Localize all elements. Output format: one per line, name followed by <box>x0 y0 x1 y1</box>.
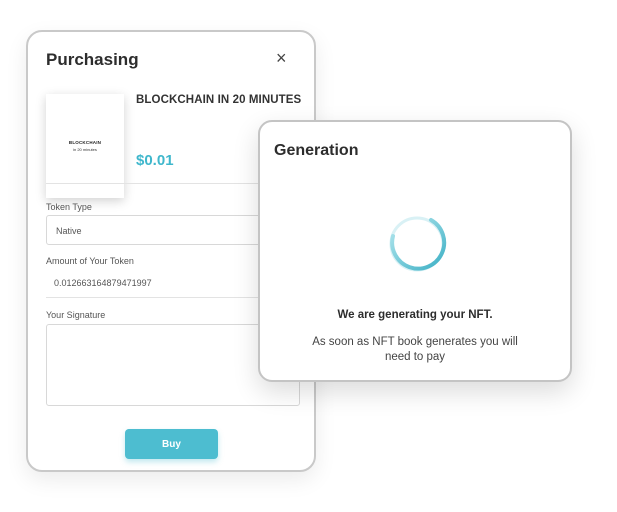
generation-modal: Generation We are generating your NFT. A… <box>258 120 572 382</box>
modal-title: Generation <box>274 142 359 159</box>
product-name: BLOCKCHAIN IN 20 MINUTES <box>136 94 302 106</box>
generation-subtext: As soon as NFT book generates you will n… <box>312 336 518 363</box>
generation-heading: We are generating your NFT. <box>337 309 493 321</box>
book-cover-subtitle: in 20 minutes <box>73 147 97 152</box>
token-type-label: Token Type <box>46 202 92 212</box>
amount-label: Amount of Your Token <box>46 256 134 266</box>
signature-label: Your Signature <box>46 310 106 320</box>
amount-value: 0.012663164879471997 <box>54 278 152 288</box>
stage: Purchasing × BLOCKCHAIN in 20 minutes BL… <box>0 0 617 512</box>
book-cover-title: BLOCKCHAIN <box>68 140 102 145</box>
close-icon[interactable]: × <box>276 48 287 68</box>
product-price: $0.01 <box>136 152 174 169</box>
loading-spinner-icon <box>389 216 447 272</box>
buy-button[interactable]: Buy <box>125 429 218 459</box>
panel-title: Purchasing <box>46 50 139 69</box>
